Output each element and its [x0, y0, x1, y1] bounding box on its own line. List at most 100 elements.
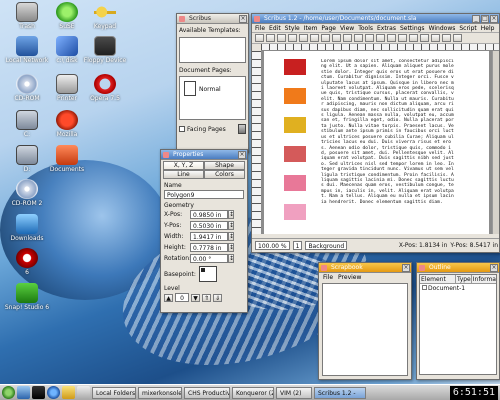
basepoint-selector[interactable]	[198, 266, 217, 282]
level-down-icon[interactable]: ▼	[191, 293, 200, 302]
scrapbook-titlebar[interactable]: Scrapbook ×	[319, 263, 411, 273]
task-konqueror[interactable]: Konqueror (2)	[232, 386, 274, 399]
clock[interactable]: 6:51:51	[449, 386, 498, 400]
copy-props-icon[interactable]	[442, 34, 451, 42]
layer-select[interactable]: Background	[305, 241, 348, 250]
templates-list[interactable]	[179, 37, 246, 63]
spinner-icon[interactable]: ↕	[228, 210, 234, 219]
home-icon[interactable]	[17, 386, 30, 399]
unlink-icon[interactable]	[420, 34, 429, 42]
facing-pages-checkbox[interactable]	[179, 126, 185, 132]
canvas-area[interactable]: Lorem ipsum dolor sit amet, consectetur …	[252, 51, 499, 234]
col-element[interactable]: Element	[420, 275, 456, 283]
properties-titlebar[interactable]: Properties ×	[161, 150, 247, 160]
menu-style[interactable]: Style	[285, 24, 300, 32]
menu-file[interactable]: File	[323, 273, 333, 282]
tab-line[interactable]: Line	[163, 170, 204, 179]
close-icon[interactable]: ×	[490, 15, 498, 23]
spinner-icon[interactable]: ↕	[228, 232, 234, 241]
level-up-icon[interactable]: ▲	[164, 293, 173, 302]
floppy-icon[interactable]: Floppy Device	[78, 36, 132, 64]
edit-text-icon[interactable]	[398, 34, 407, 42]
mail-icon[interactable]	[62, 386, 75, 399]
menu-item[interactable]: Item	[304, 24, 318, 32]
name-field[interactable]: Polygon9	[164, 190, 244, 199]
task-scribus[interactable]: Scribus 1.2 -	[314, 386, 366, 399]
color-swatch[interactable]	[284, 146, 306, 162]
select-icon[interactable]	[310, 34, 319, 42]
spinner-icon[interactable]: ↕	[228, 243, 234, 252]
color-swatch[interactable]	[284, 175, 306, 191]
mozilla-icon[interactable]: Mozilla	[40, 110, 94, 138]
close-icon[interactable]: ×	[238, 151, 246, 159]
pdf-icon[interactable]	[299, 34, 308, 42]
pages-list[interactable]: Normal	[179, 76, 246, 120]
task-local-folders[interactable]: Local Folders	[92, 386, 136, 399]
menu-help[interactable]: Help	[481, 24, 495, 32]
page-select[interactable]: 1	[292, 241, 303, 250]
task-chs[interactable]: CHS Productiv	[184, 386, 230, 399]
close-icon[interactable]: ×	[239, 15, 247, 23]
rotate-icon[interactable]	[376, 34, 385, 42]
tab-shape[interactable]: Shape	[204, 161, 245, 170]
eyedropper-icon[interactable]	[453, 34, 462, 42]
level-top-icon[interactable]: ⇑	[202, 293, 211, 302]
level-bottom-icon[interactable]: ⇓	[213, 293, 222, 302]
keyboard-icon[interactable]: Keypad	[78, 2, 132, 30]
new-icon[interactable]	[255, 34, 264, 42]
menu-extras[interactable]: Extras	[377, 24, 396, 32]
downloads-icon[interactable]: Downloads	[0, 214, 54, 242]
tab-xyz[interactable]: X, Y, Z	[163, 161, 204, 170]
menu-settings[interactable]: Settings	[400, 24, 425, 32]
opera-icon[interactable]: Opera 7.5	[78, 74, 132, 102]
maximize-icon[interactable]: □	[481, 15, 489, 23]
image-frame-icon[interactable]	[332, 34, 341, 42]
page-thumbnail[interactable]	[184, 81, 196, 96]
outline-titlebar[interactable]: Outline ×	[417, 263, 499, 273]
text-frame[interactable]: Lorem ipsum dolor sit amet, consectetur …	[321, 59, 455, 229]
spinner-icon[interactable]: ↕	[228, 221, 234, 230]
scrapbook-area[interactable]	[322, 283, 408, 376]
close-icon[interactable]: ×	[402, 264, 410, 272]
main-titlebar[interactable]: Scribus 1.2 - /home/user/Documents/docum…	[252, 14, 499, 24]
scrollbar-vertical[interactable]	[492, 51, 499, 234]
color-swatch[interactable]	[284, 204, 306, 220]
snap-studio-icon[interactable]: Snap! Studio 6	[0, 283, 54, 311]
menu-edit[interactable]: Edit	[269, 24, 281, 32]
measure-icon[interactable]	[431, 34, 440, 42]
task-konsole[interactable]: mixerkonsole	[138, 386, 182, 399]
polygon-icon[interactable]	[354, 34, 363, 42]
geometry-field-input[interactable]: 0.5030 in	[190, 221, 228, 230]
minimize-icon[interactable]: _	[472, 15, 480, 23]
print-icon[interactable]	[288, 34, 297, 42]
menu-windows[interactable]: Windows	[429, 24, 456, 32]
geometry-field-input[interactable]: 1.9417 in	[190, 232, 228, 241]
spinner-icon[interactable]: ↕	[228, 254, 234, 263]
text-frame-icon[interactable]	[321, 34, 330, 42]
trash-icon[interactable]	[238, 124, 246, 134]
color-swatch[interactable]	[284, 117, 306, 133]
color-swatch[interactable]	[284, 59, 306, 75]
templates-titlebar[interactable]: Scribus ×	[177, 14, 248, 24]
col-type[interactable]: Type	[456, 275, 472, 283]
cdrom2-icon[interactable]: CD-ROM 2	[0, 179, 54, 207]
menu-file[interactable]: File	[255, 24, 265, 32]
browser-icon[interactable]	[47, 386, 60, 399]
outline-tree[interactable]: Element Type Informa Document-1	[419, 274, 497, 375]
tree-item-document[interactable]: Document-1	[420, 284, 496, 293]
documents-icon[interactable]: Documents	[40, 145, 94, 173]
open-icon[interactable]	[266, 34, 275, 42]
expand-icon[interactable]	[422, 285, 427, 290]
col-info[interactable]: Informa	[472, 275, 496, 283]
menu-preview[interactable]: Preview	[338, 273, 361, 282]
menu-tools[interactable]: Tools	[358, 24, 373, 32]
kde-menu-icon[interactable]	[2, 386, 15, 399]
menu-view[interactable]: View	[340, 24, 354, 32]
geometry-field-input[interactable]: 0.7778 in	[190, 243, 228, 252]
geometry-field-input[interactable]: 0.00 °	[190, 254, 228, 263]
shape-icon[interactable]	[343, 34, 352, 42]
line-icon[interactable]	[365, 34, 374, 42]
geometry-field-input[interactable]: 0.9850 in	[190, 210, 228, 219]
task-vim[interactable]: VIM (2)	[276, 386, 312, 399]
save-icon[interactable]	[277, 34, 286, 42]
